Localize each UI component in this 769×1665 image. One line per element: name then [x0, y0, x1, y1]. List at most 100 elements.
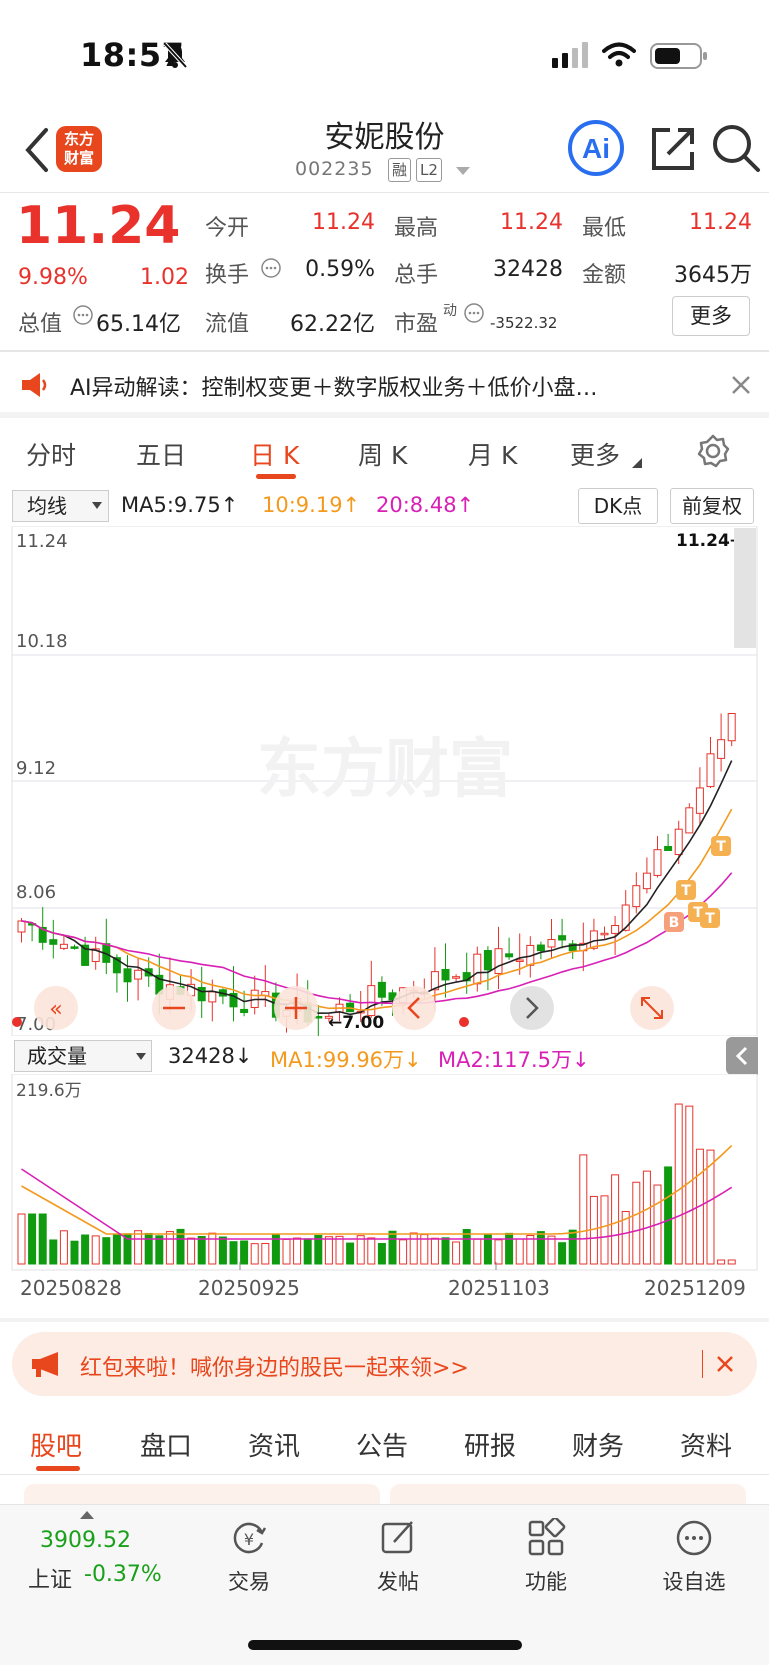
- candle-body: [377, 981, 386, 998]
- more-dots-icon: [676, 1520, 712, 1556]
- home-indicator[interactable]: [248, 1640, 522, 1650]
- volume-bar: [452, 1241, 461, 1265]
- close-icon[interactable]: [715, 1354, 735, 1374]
- caret-down-icon[interactable]: [456, 167, 470, 177]
- promo-text[interactable]: 红包来啦！喊你身边的股民一起来领>>: [80, 1350, 469, 1382]
- volume-bar: [155, 1235, 164, 1265]
- tab-research[interactable]: 研报: [464, 1426, 516, 1463]
- high-value: 11.24: [500, 210, 563, 235]
- info-dots-icon[interactable]: [72, 304, 94, 326]
- tab-news[interactable]: 资讯: [248, 1426, 300, 1463]
- candle-body: [505, 953, 514, 958]
- collapse-panel-button[interactable]: [726, 1037, 758, 1075]
- promo-divider: [702, 1350, 703, 1378]
- volume-bar: [165, 1231, 174, 1265]
- volume-bar: [70, 1240, 79, 1265]
- candle-body: [515, 959, 524, 962]
- tab-weekly-k[interactable]: 周 K: [358, 436, 407, 472]
- low-label: 最低: [582, 216, 627, 241]
- volume-indicator-select[interactable]: 成交量: [14, 1040, 152, 1072]
- index-value[interactable]: 3909.52: [40, 1528, 131, 1553]
- candle-body: [59, 943, 68, 949]
- tab-profile[interactable]: 资料: [680, 1426, 732, 1463]
- volume-bar: [81, 1234, 90, 1265]
- forward-adjust-button[interactable]: 前复权: [670, 488, 754, 524]
- volume-bar: [303, 1238, 312, 1265]
- price-tick: 9.12: [16, 758, 56, 779]
- post-label[interactable]: 发帖: [348, 1566, 448, 1596]
- candle-body: [452, 976, 461, 979]
- volume-bar: [642, 1170, 651, 1265]
- candle-body: [367, 985, 376, 1017]
- tab-order-book[interactable]: 盘口: [140, 1426, 192, 1463]
- fullscreen-button[interactable]: [630, 986, 674, 1030]
- close-icon[interactable]: [730, 374, 752, 396]
- volume-bar: [441, 1237, 450, 1265]
- volume-bar: [717, 1259, 726, 1265]
- volume-bar: [261, 1242, 270, 1265]
- minus-button[interactable]: [152, 986, 196, 1030]
- price-tick: 10.18: [16, 631, 68, 652]
- plus-button[interactable]: [274, 986, 318, 1030]
- search-icon[interactable]: [706, 118, 766, 178]
- ai-insight-text[interactable]: AI异动解读：控制权变更＋数字版权业务＋低价小盘…: [70, 370, 680, 402]
- volume-bar: [250, 1243, 259, 1265]
- kline-chart[interactable]: 东方财富 11.24 10.18 9.12 8.06 7.00 11.24→ ←…: [0, 526, 769, 1036]
- scroll-left-button[interactable]: [392, 986, 436, 1030]
- float-cap-value: 62.22亿: [290, 312, 375, 337]
- zoom-out-left-button[interactable]: «: [34, 986, 78, 1030]
- candle-body: [558, 935, 567, 941]
- index-name[interactable]: 上证: [28, 1562, 72, 1594]
- change-value: 1.02: [140, 265, 189, 290]
- caret-up-icon[interactable]: [80, 1510, 94, 1520]
- volume-bar: [346, 1242, 355, 1265]
- open-label: 今开: [205, 216, 250, 241]
- date-label: 20251103: [448, 1276, 550, 1300]
- vol-value: 32428↓: [168, 1044, 253, 1068]
- svg-text:T: T: [681, 883, 691, 899]
- volume-chart[interactable]: 219.6万: [0, 1074, 769, 1272]
- gear-icon[interactable]: [696, 434, 730, 468]
- volume-bar: [568, 1229, 577, 1265]
- tab-monthly-k[interactable]: 月 K: [468, 436, 517, 472]
- content-card-peek: [24, 1484, 380, 1504]
- tab-guba[interactable]: 股吧: [30, 1426, 82, 1463]
- volume-bar: [28, 1213, 37, 1265]
- volume-bar: [144, 1232, 153, 1265]
- volume-bar: [494, 1239, 503, 1265]
- tab-more[interactable]: 更多: [570, 436, 620, 472]
- price-tick: 8.06: [16, 882, 56, 903]
- share-icon[interactable]: [644, 118, 704, 178]
- vol-ma2: MA2:117.5万↓: [438, 1048, 590, 1072]
- more-button[interactable]: 更多: [672, 296, 750, 336]
- scroll-right-button[interactable]: [510, 986, 554, 1030]
- tab-daily-k[interactable]: 日 K: [250, 436, 299, 472]
- signal-icon: [552, 42, 588, 68]
- tab-five-day[interactable]: 五日: [136, 436, 186, 472]
- functions-label[interactable]: 功能: [496, 1566, 596, 1596]
- info-dots-icon[interactable]: [260, 257, 282, 279]
- tab-announcements[interactable]: 公告: [356, 1426, 408, 1463]
- tab-minute[interactable]: 分时: [26, 436, 76, 472]
- candle-body: [664, 845, 673, 852]
- scroll-indicator[interactable]: [734, 528, 756, 648]
- ai-button[interactable]: Ai: [566, 118, 626, 178]
- candle-body: [685, 807, 694, 834]
- volume-bar: [727, 1259, 736, 1265]
- ma10-label: 10:9.19↑: [262, 493, 361, 517]
- volume-bar: [197, 1235, 206, 1265]
- candle-body: [208, 991, 217, 1003]
- candle-body: [727, 712, 736, 742]
- info-dots-icon[interactable]: [463, 302, 485, 324]
- tab-finance[interactable]: 财务: [572, 1426, 624, 1463]
- pe-value: -3522.32: [490, 314, 558, 332]
- megaphone-icon: [32, 1352, 58, 1377]
- add-watchlist-label[interactable]: 设自选: [644, 1566, 744, 1596]
- candle-body: [49, 939, 58, 945]
- volume-bar: [685, 1105, 694, 1265]
- index-change[interactable]: -0.37%: [84, 1562, 162, 1587]
- svg-text:¥: ¥: [244, 1530, 254, 1549]
- volume-bar: [59, 1230, 68, 1265]
- dk-point-button[interactable]: DK点: [578, 488, 658, 524]
- trade-label[interactable]: 交易: [199, 1566, 299, 1596]
